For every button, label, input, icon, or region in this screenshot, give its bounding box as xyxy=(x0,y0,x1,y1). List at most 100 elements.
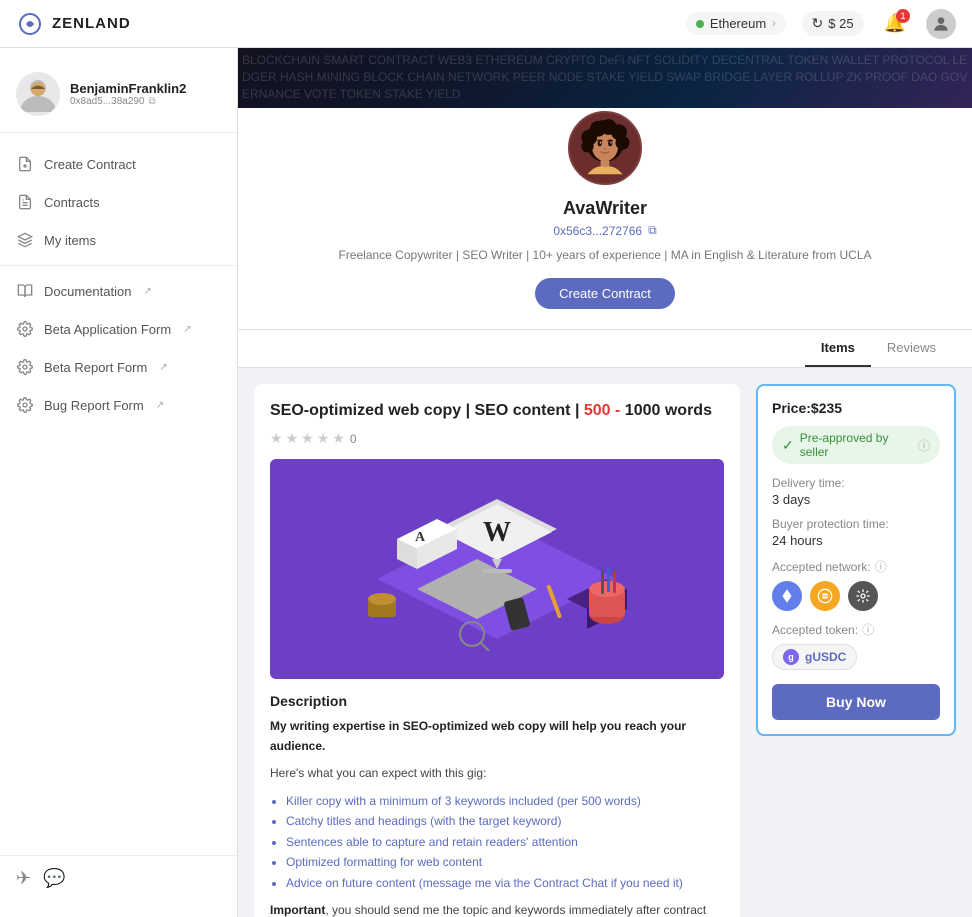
info-icon[interactable]: ⓘ xyxy=(875,558,887,575)
profile-avatar xyxy=(565,108,645,188)
purchase-panel-container: Price:$235 ✓ Pre-approved by seller ⓘ De… xyxy=(756,384,956,917)
top-navigation: ZENLAND Ethereum › ↻ $ 25 🔔 1 xyxy=(0,0,972,48)
sidebar-item-label: Contracts xyxy=(44,195,100,210)
important-detail: , you should send me the topic and keywo… xyxy=(270,903,706,917)
delivery-value: 3 days xyxy=(772,492,940,507)
sidebar-item-contracts[interactable]: Contracts xyxy=(0,183,237,221)
preapproved-label: Pre-approved by seller xyxy=(800,431,912,459)
star-3: ★ xyxy=(301,430,314,447)
gear-icon xyxy=(16,396,34,414)
ethereum-network-icon[interactable] xyxy=(772,581,802,611)
telegram-icon[interactable]: ✈ xyxy=(16,868,31,889)
balance-display[interactable]: ↻ $ 25 xyxy=(802,11,864,36)
other-network-icon[interactable] xyxy=(848,581,878,611)
bullet-item: Killer copy with a minimum of 3 keywords… xyxy=(286,791,724,811)
notification-badge: 1 xyxy=(896,9,910,23)
sidebar-item-create-contract[interactable]: Create Contract xyxy=(0,145,237,183)
copy-address-icon[interactable]: ⧉ xyxy=(648,223,657,238)
svg-text:A: A xyxy=(415,530,426,545)
gig-description: Description My writing expertise in SEO-… xyxy=(270,693,724,917)
star-2: ★ xyxy=(286,430,299,447)
sidebar-item-label: Documentation xyxy=(44,284,131,299)
user-avatar-button[interactable] xyxy=(926,9,956,39)
main-layout: BenjaminFranklin2 0x8ad5...38a290 ⧉ Crea… xyxy=(0,48,972,917)
user-info: BenjaminFranklin2 0x8ad5...38a290 ⧉ xyxy=(70,81,186,107)
bullet-item: Optimized formatting for web content xyxy=(286,852,724,872)
gig-image: W A xyxy=(270,459,724,679)
file-text-icon xyxy=(16,193,34,211)
buy-now-button[interactable]: Buy Now xyxy=(772,684,940,720)
star-1: ★ xyxy=(270,430,283,447)
accepted-token-section: Accepted token: ⓘ g gUSDC xyxy=(772,621,940,670)
delivery-detail: Delivery time: 3 days xyxy=(772,476,940,507)
gig-layout: SEO-optimized web copy | SEO content | 5… xyxy=(254,384,956,917)
topnav-left: ZENLAND xyxy=(16,10,131,38)
network-label: Accepted network: ⓘ xyxy=(772,558,940,575)
bullet-list: Killer copy with a minimum of 3 keywords… xyxy=(270,791,724,893)
bullet-item: Catchy titles and headings (with the tar… xyxy=(286,811,724,831)
topnav-right: Ethereum › ↻ $ 25 🔔 1 xyxy=(686,9,956,39)
sidebar-item-beta-application-form[interactable]: Beta Application Form ↗ xyxy=(0,310,237,348)
token-icon: g xyxy=(783,649,799,665)
user-avatar xyxy=(16,72,60,116)
rating-count: 0 xyxy=(350,432,357,446)
network-selector[interactable]: Ethereum › xyxy=(686,12,786,35)
sidebar-item-documentation[interactable]: Documentation ↗ xyxy=(0,272,237,310)
chat-icon[interactable]: 💬 xyxy=(43,868,65,889)
book-icon xyxy=(16,282,34,300)
checkmark-icon: ✓ xyxy=(782,437,794,454)
sidebar-item-label: Create Contract xyxy=(44,157,136,172)
bullet-item: Advice on future content (message me via… xyxy=(286,873,724,893)
sidebar-item-label: Beta Application Form xyxy=(44,322,171,337)
delivery-label: Delivery time: xyxy=(772,476,940,490)
sidebar-item-my-items[interactable]: My items xyxy=(0,221,237,259)
create-contract-button[interactable]: Create Contract xyxy=(535,278,675,309)
user-name: BenjaminFranklin2 xyxy=(70,81,186,96)
network-label: Ethereum xyxy=(710,16,766,31)
sidebar-item-bug-report-form[interactable]: Bug Report Form ↗ xyxy=(0,386,237,424)
bullet-item: Sentences able to capture and retain rea… xyxy=(286,832,724,852)
profile-name: AvaWriter xyxy=(238,198,972,219)
star-rating: ★ ★ ★ ★ ★ 0 xyxy=(270,430,724,447)
external-link-icon: ↗ xyxy=(183,324,191,335)
nav-divider xyxy=(0,265,237,266)
protection-label: Buyer protection time: xyxy=(772,517,940,531)
sidebar-navigation: Create Contract Contracts My items xyxy=(0,141,237,428)
token-badge: g gUSDC xyxy=(772,644,857,670)
profile-section: AvaWriter 0x56c3...272766 ⧉ Freelance Co… xyxy=(238,108,972,330)
profile-bio: Freelance Copywriter | SEO Writer | 10+ … xyxy=(238,246,972,264)
gear-icon xyxy=(16,358,34,376)
tab-items[interactable]: Items xyxy=(805,330,871,367)
description-title: Description xyxy=(270,693,724,709)
network-icons xyxy=(772,581,940,611)
info-icon[interactable]: ⓘ xyxy=(918,437,930,454)
main-content: BLOCKCHAIN SMART CONTRACT WEB3 ETHEREUM … xyxy=(238,48,972,917)
dai-network-icon[interactable] xyxy=(810,581,840,611)
important-text: Important, you should send me the topic … xyxy=(270,901,724,917)
refresh-icon: ↻ xyxy=(812,15,824,32)
gig-title-text: SEO-optimized web copy | SEO content | xyxy=(270,402,579,419)
profile-tabs: Items Reviews xyxy=(238,330,972,368)
items-content: SEO-optimized web copy | SEO content | 5… xyxy=(238,368,972,917)
tab-reviews[interactable]: Reviews xyxy=(871,330,952,367)
token-label: Accepted token: ⓘ xyxy=(772,621,940,638)
what-to-expect: Here's what you can expect with this gig… xyxy=(270,764,724,783)
important-label: Important xyxy=(270,903,325,917)
description-intro: My writing expertise in SEO-optimized we… xyxy=(270,717,724,755)
profile-address: 0x56c3...272766 ⧉ xyxy=(238,223,972,238)
sidebar-item-beta-report-form[interactable]: Beta Report Form ↗ xyxy=(0,348,237,386)
profile-avatar-wrap xyxy=(238,108,972,188)
logo-icon[interactable] xyxy=(16,10,44,38)
info-icon[interactable]: ⓘ xyxy=(862,621,874,638)
notifications-button[interactable]: 🔔 1 xyxy=(880,9,910,38)
svg-text:W: W xyxy=(483,517,511,548)
external-link-icon: ↗ xyxy=(159,362,167,373)
gig-title: SEO-optimized web copy | SEO content | 5… xyxy=(270,400,724,422)
chevron-right-icon: › xyxy=(772,18,775,29)
external-link-icon: ↗ xyxy=(156,400,164,411)
copy-address-icon[interactable]: ⧉ xyxy=(149,96,156,107)
price-display: Price:$235 xyxy=(772,400,940,416)
sidebar-item-label: My items xyxy=(44,233,96,248)
balance-value: $ 25 xyxy=(828,16,853,31)
star-5: ★ xyxy=(332,430,345,447)
